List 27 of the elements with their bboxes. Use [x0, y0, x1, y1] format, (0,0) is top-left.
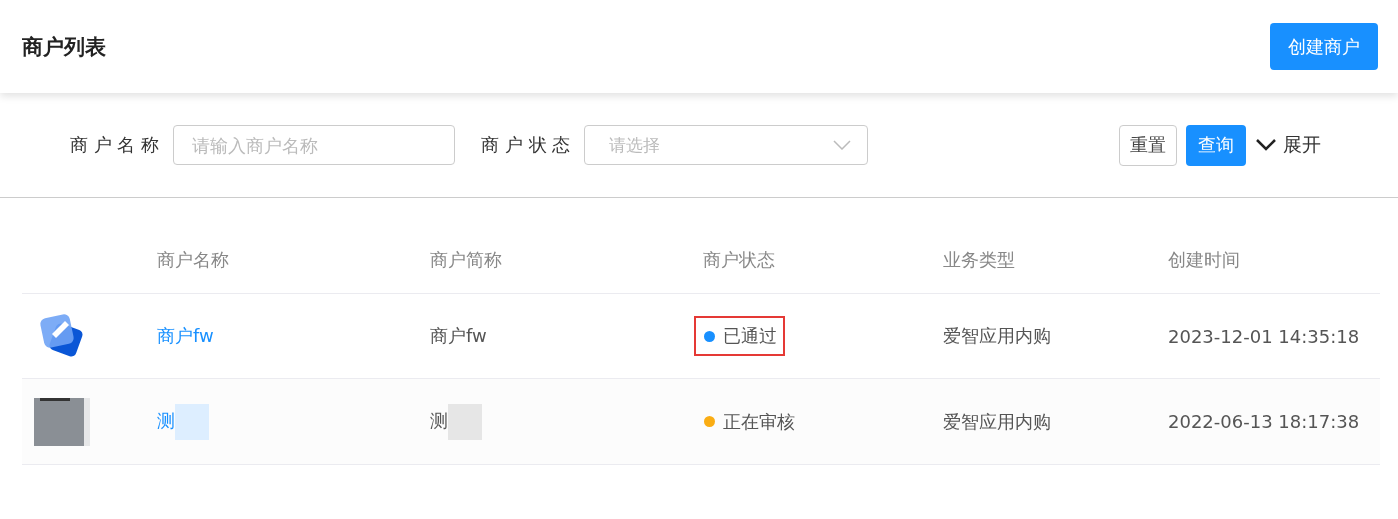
reset-button[interactable]: 重置 [1119, 124, 1177, 166]
column-header: 商户简称 [430, 247, 503, 272]
column-header: 商户状态 [703, 247, 776, 272]
filter-label: 商 户 状 态 [481, 133, 571, 157]
table-cell-text: 爱智应用内购 [943, 409, 1052, 434]
column-header: 商户名称 [157, 247, 230, 272]
merchant-name-field[interactable]: 请输入商户名称 [173, 125, 456, 165]
merchant-name-link[interactable]: 测 [157, 409, 175, 431]
status-select[interactable]: 请选择 [584, 125, 869, 165]
status-label: 正在审核 [694, 401, 803, 442]
table-cell: 商户fw [430, 325, 487, 346]
table-cell-text: 2022-06-13 18:17:38 [1168, 411, 1361, 432]
page-title: 商户列表 [22, 33, 106, 61]
chevron-down-icon [833, 140, 852, 150]
create-merchant-button[interactable]: 创建商户 [1270, 23, 1378, 70]
column-header: 创建时间 [1168, 247, 1241, 272]
table-cell-text: 2023-12-01 14:35:18 [1168, 325, 1361, 347]
brush-icon [38, 312, 86, 360]
merchant-name-link[interactable]: 商户fw [157, 325, 214, 346]
status-label: 已通过 [694, 316, 785, 356]
chevron-down-icon [1255, 138, 1277, 152]
table-cell: 测 [430, 409, 448, 431]
filter-label: 商 户 名 称 [70, 133, 160, 157]
table-cell-text: 爱智应用内购 [943, 324, 1052, 348]
search-button[interactable]: 查询 [1186, 124, 1246, 166]
column-header: 业务类型 [943, 247, 1016, 272]
expand-toggle[interactable]: 展开 [1255, 132, 1321, 158]
